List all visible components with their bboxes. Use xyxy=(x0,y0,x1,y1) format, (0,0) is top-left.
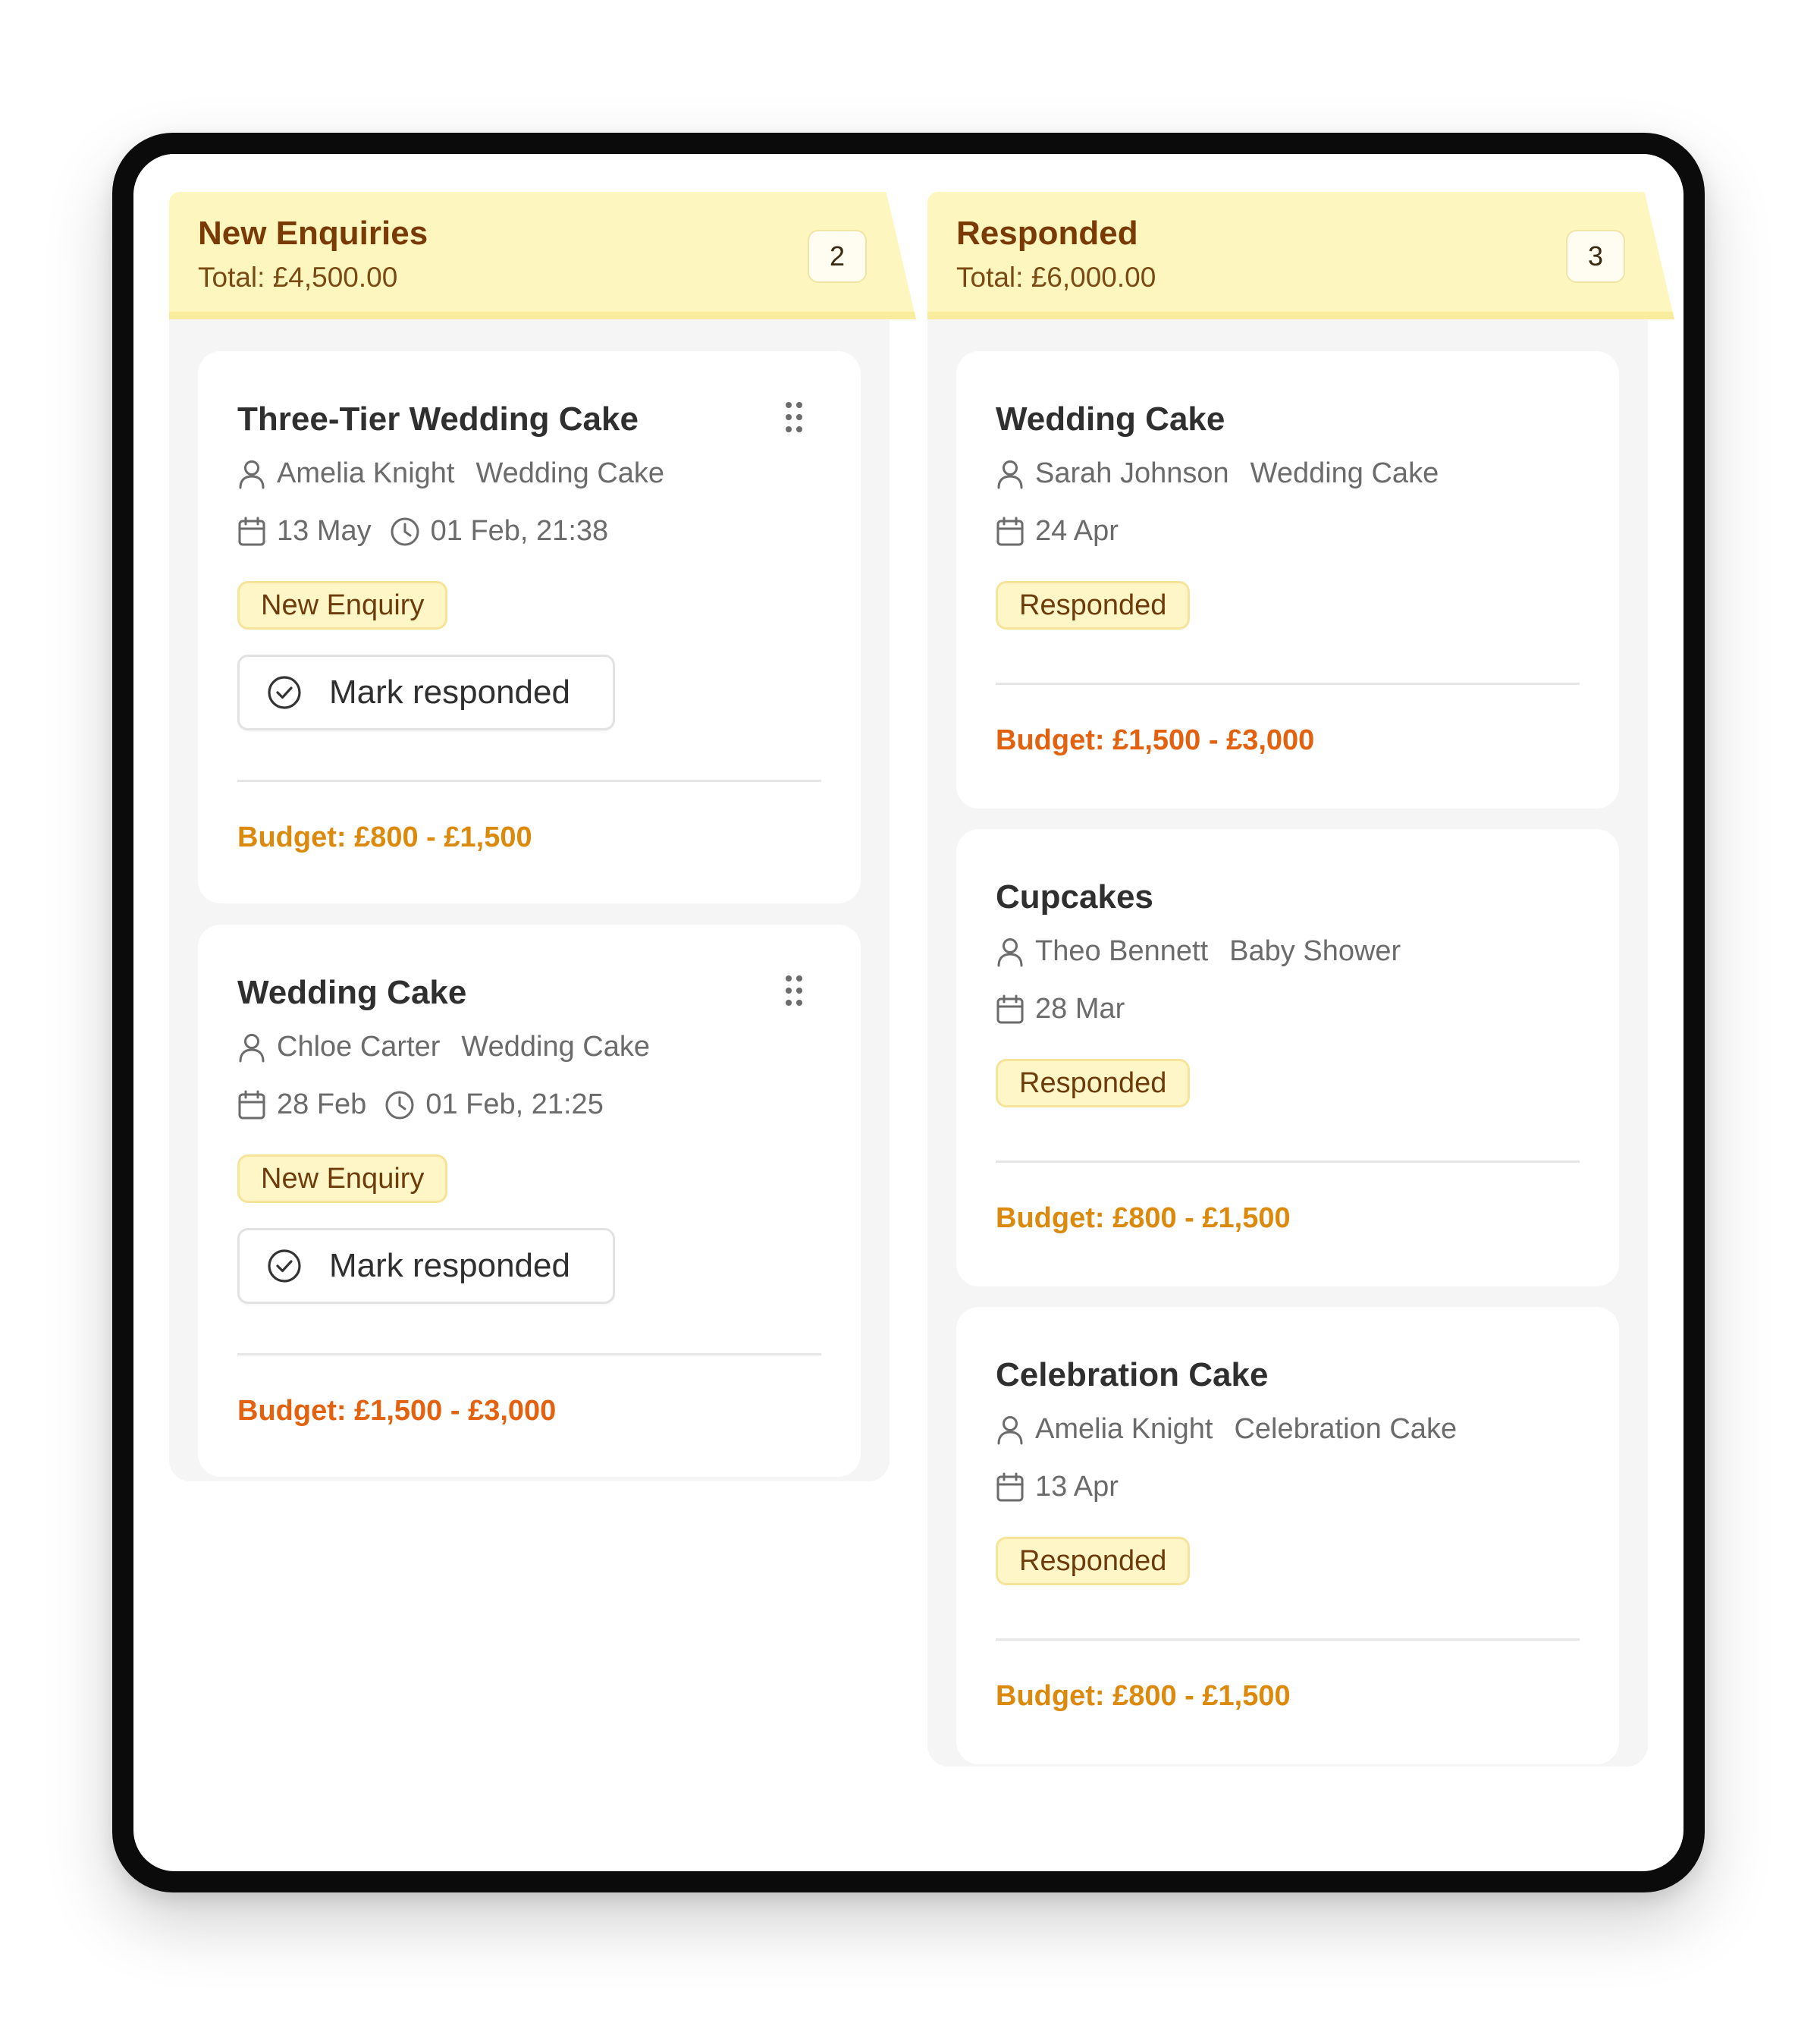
check-circle-icon xyxy=(268,676,301,709)
mark-responded-button[interactable]: Mark responded xyxy=(237,1228,615,1304)
customer-row: Amelia Knight Wedding Cake xyxy=(237,457,664,490)
event-type: Wedding Cake xyxy=(461,1031,650,1063)
customer-name: Amelia Knight xyxy=(277,457,455,489)
status-badge: New Enquiry xyxy=(237,581,448,630)
date-row: 13 Apr xyxy=(996,1471,1119,1503)
column-count-badge: 2 xyxy=(808,230,867,283)
customer-row: Sarah Johnson Wedding Cake xyxy=(996,457,1439,490)
budget-range: Budget: £1,500 - £3,000 xyxy=(996,724,1315,756)
kanban-screen: Three-Tier Wedding Cake Amelia Knight We… xyxy=(133,154,1684,1871)
event-date: 13 May xyxy=(277,515,372,547)
customer-row: Chloe Carter Wedding Cake xyxy=(237,1031,650,1063)
column-body: Three-Tier Wedding Cake Amelia Knight We… xyxy=(169,298,890,1481)
user-icon xyxy=(239,460,265,488)
card-divider xyxy=(996,683,1580,685)
clock-icon xyxy=(385,1091,414,1119)
column-count-badge: 3 xyxy=(1566,230,1625,283)
mark-responded-label: Mark responded xyxy=(329,674,570,711)
user-icon xyxy=(239,1033,265,1062)
column-header: New Enquiries Total: £4,500.00 2 xyxy=(169,192,916,319)
status-badge: Responded xyxy=(996,1059,1191,1107)
event-date: 13 Apr xyxy=(1035,1471,1119,1503)
event-type: Celebration Cake xyxy=(1234,1413,1458,1445)
user-icon xyxy=(997,460,1023,488)
status-badge: New Enquiry xyxy=(237,1154,448,1203)
received-time: 01 Feb, 21:25 xyxy=(425,1088,604,1120)
calendar-icon xyxy=(238,517,265,545)
enquiry-card[interactable]: Cupcakes Theo Bennett Baby Shower 28 Mar… xyxy=(956,829,1619,1286)
status-badge: Responded xyxy=(996,1537,1191,1585)
date-row: 28 Mar xyxy=(996,993,1125,1025)
column-total: Total: £4,500.00 xyxy=(198,262,398,293)
card-title: Wedding Cake xyxy=(996,400,1225,438)
column-title: New Enquiries xyxy=(198,215,428,252)
date-row: 24 Apr xyxy=(996,515,1119,548)
calendar-icon xyxy=(996,517,1024,545)
user-icon xyxy=(997,938,1023,966)
card-divider xyxy=(996,1161,1580,1163)
scrolled-content-edge xyxy=(133,154,1684,159)
budget-range: Budget: £800 - £1,500 xyxy=(237,821,532,853)
customer-row: Theo Bennett Baby Shower xyxy=(996,935,1401,968)
clock-icon xyxy=(391,517,419,545)
drag-handle-icon[interactable] xyxy=(784,975,804,1007)
check-circle-icon xyxy=(268,1249,301,1283)
customer-row: Amelia Knight Celebration Cake xyxy=(996,1413,1457,1446)
mark-responded-button[interactable]: Mark responded xyxy=(237,655,615,730)
event-type: Baby Shower xyxy=(1229,935,1401,967)
received-time: 01 Feb, 21:38 xyxy=(430,515,609,547)
column-header: Responded Total: £6,000.00 3 xyxy=(927,192,1674,319)
event-type: Wedding Cake xyxy=(1250,457,1439,489)
status-badge: Responded xyxy=(996,581,1191,630)
column-total: Total: £6,000.00 xyxy=(956,262,1156,293)
customer-name: Theo Bennett xyxy=(1035,935,1209,967)
event-date: 24 Apr xyxy=(1035,515,1119,547)
drag-handle-icon[interactable] xyxy=(784,401,804,433)
event-date: 28 Feb xyxy=(277,1088,367,1120)
date-row: 13 May 01 Feb, 21:38 xyxy=(237,515,608,548)
enquiry-card[interactable]: Wedding Cake Sarah Johnson Wedding Cake … xyxy=(956,351,1619,809)
customer-name: Chloe Carter xyxy=(277,1031,441,1063)
card-title: Cupcakes xyxy=(996,878,1153,916)
column-body: Wedding Cake Sarah Johnson Wedding Cake … xyxy=(927,298,1648,1767)
event-date: 28 Mar xyxy=(1035,993,1125,1025)
enquiry-card[interactable]: Three-Tier Wedding Cake Amelia Knight We… xyxy=(198,351,861,903)
enquiry-card[interactable]: Celebration Cake Amelia Knight Celebrati… xyxy=(956,1307,1619,1764)
card-divider xyxy=(996,1638,1580,1641)
date-row: 28 Feb 01 Feb, 21:25 xyxy=(237,1088,604,1121)
event-type: Wedding Cake xyxy=(475,457,665,489)
card-title: Wedding Cake xyxy=(237,974,467,1011)
user-icon xyxy=(997,1415,1023,1444)
mark-responded-label: Mark responded xyxy=(329,1247,570,1284)
column-title: Responded xyxy=(956,215,1138,252)
card-divider xyxy=(237,780,821,782)
budget-range: Budget: £800 - £1,500 xyxy=(996,1680,1291,1712)
card-title: Celebration Cake xyxy=(996,1356,1269,1393)
customer-name: Amelia Knight xyxy=(1035,1413,1213,1445)
device-frame: Three-Tier Wedding Cake Amelia Knight We… xyxy=(112,133,1705,1892)
calendar-icon xyxy=(996,1472,1024,1501)
calendar-icon xyxy=(996,994,1024,1023)
card-title: Three-Tier Wedding Cake xyxy=(237,400,639,438)
budget-range: Budget: £800 - £1,500 xyxy=(996,1202,1291,1234)
customer-name: Sarah Johnson xyxy=(1035,457,1229,489)
calendar-icon xyxy=(238,1090,265,1119)
budget-range: Budget: £1,500 - £3,000 xyxy=(237,1395,557,1427)
card-divider xyxy=(237,1353,821,1355)
enquiry-card[interactable]: Wedding Cake Chloe Carter Wedding Cake 2… xyxy=(198,925,861,1477)
